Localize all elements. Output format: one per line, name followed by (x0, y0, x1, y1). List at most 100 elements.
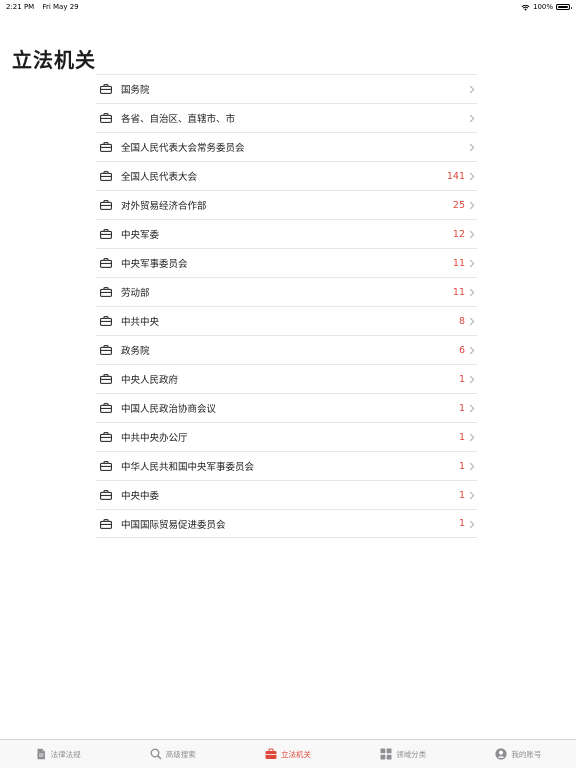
briefcase-icon (100, 519, 112, 529)
list-item[interactable]: 中央中委 1 (96, 480, 477, 509)
tab-person[interactable]: 我的账号 (495, 748, 541, 760)
list-item[interactable]: 全国人民代表大会 141 (96, 161, 477, 190)
legislative-body-list: 国务院 各省、自治区、直辖市、市 全国人民代表大会常务委员会 全国人民代表大会 … (96, 74, 477, 538)
document-icon (35, 748, 47, 760)
briefcase-icon (100, 113, 112, 123)
list-item[interactable]: 中央人民政府 1 (96, 364, 477, 393)
chevron-right-icon (469, 143, 475, 152)
list-item-count: 1 (458, 373, 465, 385)
chevron-right-icon (469, 259, 475, 268)
list-item-count: 8 (458, 315, 465, 327)
tab-label: 领域分类 (396, 749, 427, 759)
tab-label: 立法机关 (280, 749, 311, 759)
chevron-right-icon (469, 433, 475, 442)
chevron-right-icon (469, 404, 475, 413)
briefcase-icon (100, 403, 112, 413)
chevron-right-icon (469, 172, 475, 181)
chevron-right-icon (469, 346, 475, 355)
list-item-label: 劳动部 (121, 288, 150, 299)
list-item-label: 全国人民代表大会常务委员会 (121, 143, 245, 154)
list-item[interactable]: 中共中央办公厅 1 (96, 422, 477, 451)
briefcase-icon (100, 461, 112, 471)
list-item-label: 全国人民代表大会 (121, 172, 198, 183)
list-item-label: 中国国际贸易促进委员会 (121, 519, 226, 531)
wifi-icon (521, 4, 530, 11)
page-title: 立法机关 (12, 48, 96, 72)
grid-icon (380, 748, 392, 760)
list-item-label: 政务院 (121, 346, 150, 357)
search-icon (150, 748, 162, 760)
list-item-count: 141 (446, 170, 465, 182)
list-item-count: 11 (452, 286, 465, 298)
list-item[interactable]: 中央军事委员会 11 (96, 248, 477, 277)
list-item[interactable]: 中央军委 12 (96, 219, 477, 248)
tab-grid[interactable]: 领域分类 (380, 748, 426, 760)
briefcase-icon (100, 287, 112, 297)
battery-icon (556, 4, 572, 10)
briefcase-icon (100, 84, 112, 94)
tab-document[interactable]: 法律法规 (35, 748, 81, 760)
briefcase-icon (100, 432, 112, 442)
list-item-count: 11 (452, 257, 465, 269)
list-item-count: 6 (458, 344, 465, 356)
tab-search[interactable]: 高级搜索 (150, 748, 196, 760)
chevron-right-icon (469, 491, 475, 500)
list-item-label: 中央中委 (121, 491, 160, 502)
person-icon (495, 748, 507, 760)
list-item-count: 1 (458, 489, 465, 501)
briefcase-icon (100, 171, 112, 181)
list-item[interactable]: 对外贸易经济合作部 25 (96, 190, 477, 219)
status-time: 2:21 PM (6, 3, 35, 11)
list-item-label: 中共中央办公厅 (121, 433, 188, 444)
list-item-count: 1 (458, 402, 465, 414)
list-item[interactable]: 中国人民政治协商会议 1 (96, 393, 477, 422)
chevron-right-icon (469, 462, 475, 471)
list-item[interactable]: 全国人民代表大会常务委员会 (96, 132, 477, 161)
briefcase-icon (100, 316, 112, 326)
list-item[interactable]: 中共中央 8 (96, 306, 477, 335)
briefcase-icon (100, 200, 112, 210)
tab-label: 高级搜索 (165, 749, 196, 759)
tab-bar: 法律法规 高级搜索 立法机关 领域分类 我的账号 (0, 739, 576, 768)
status-date: Fri May 29 (42, 3, 79, 11)
list-item-label: 对外贸易经济合作部 (121, 201, 207, 212)
list-item-label: 中国人民政治协商会议 (121, 404, 217, 415)
briefcase-icon (100, 490, 112, 500)
briefcase-icon (265, 748, 277, 760)
list-item[interactable]: 中国国际贸易促进委员会 1 (96, 509, 477, 538)
briefcase-icon (100, 374, 112, 384)
chevron-right-icon (469, 317, 475, 326)
status-bar: 2:21 PM Fri May 29 100% (0, 0, 576, 14)
chevron-right-icon (469, 230, 475, 239)
chevron-right-icon (469, 85, 475, 94)
tab-briefcase[interactable]: 立法机关 (265, 748, 311, 760)
list-item-count: 1 (458, 431, 465, 443)
list-item-label: 中央军委 (121, 230, 160, 241)
list-item-label: 中华人民共和国中央军事委员会 (121, 462, 255, 473)
list-item-count: 1 (458, 460, 465, 472)
list-item[interactable]: 国务院 (96, 74, 477, 103)
list-item[interactable]: 各省、自治区、直辖市、市 (96, 103, 477, 132)
briefcase-icon (100, 345, 112, 355)
list-item[interactable]: 中华人民共和国中央军事委员会 1 (96, 451, 477, 480)
list-item-count: 1 (458, 518, 465, 529)
chevron-right-icon (469, 375, 475, 384)
briefcase-icon (100, 142, 112, 152)
list-item-label: 国务院 (121, 85, 150, 96)
chevron-right-icon (469, 520, 475, 529)
list-item-label: 中央人民政府 (121, 375, 179, 386)
tab-label: 我的账号 (511, 749, 542, 759)
briefcase-icon (100, 229, 112, 239)
list-item-label: 中央军事委员会 (121, 259, 188, 270)
chevron-right-icon (469, 288, 475, 297)
list-item-count: 12 (452, 228, 465, 240)
list-item-count: 25 (452, 199, 465, 211)
chevron-right-icon (469, 114, 475, 123)
battery-percent: 100% (532, 3, 553, 11)
list-item-label: 中共中央 (121, 317, 160, 328)
list-item-label: 各省、自治区、直辖市、市 (121, 114, 236, 125)
chevron-right-icon (469, 201, 475, 210)
tab-label: 法律法规 (50, 749, 81, 759)
list-item[interactable]: 政务院 6 (96, 335, 477, 364)
list-item[interactable]: 劳动部 11 (96, 277, 477, 306)
